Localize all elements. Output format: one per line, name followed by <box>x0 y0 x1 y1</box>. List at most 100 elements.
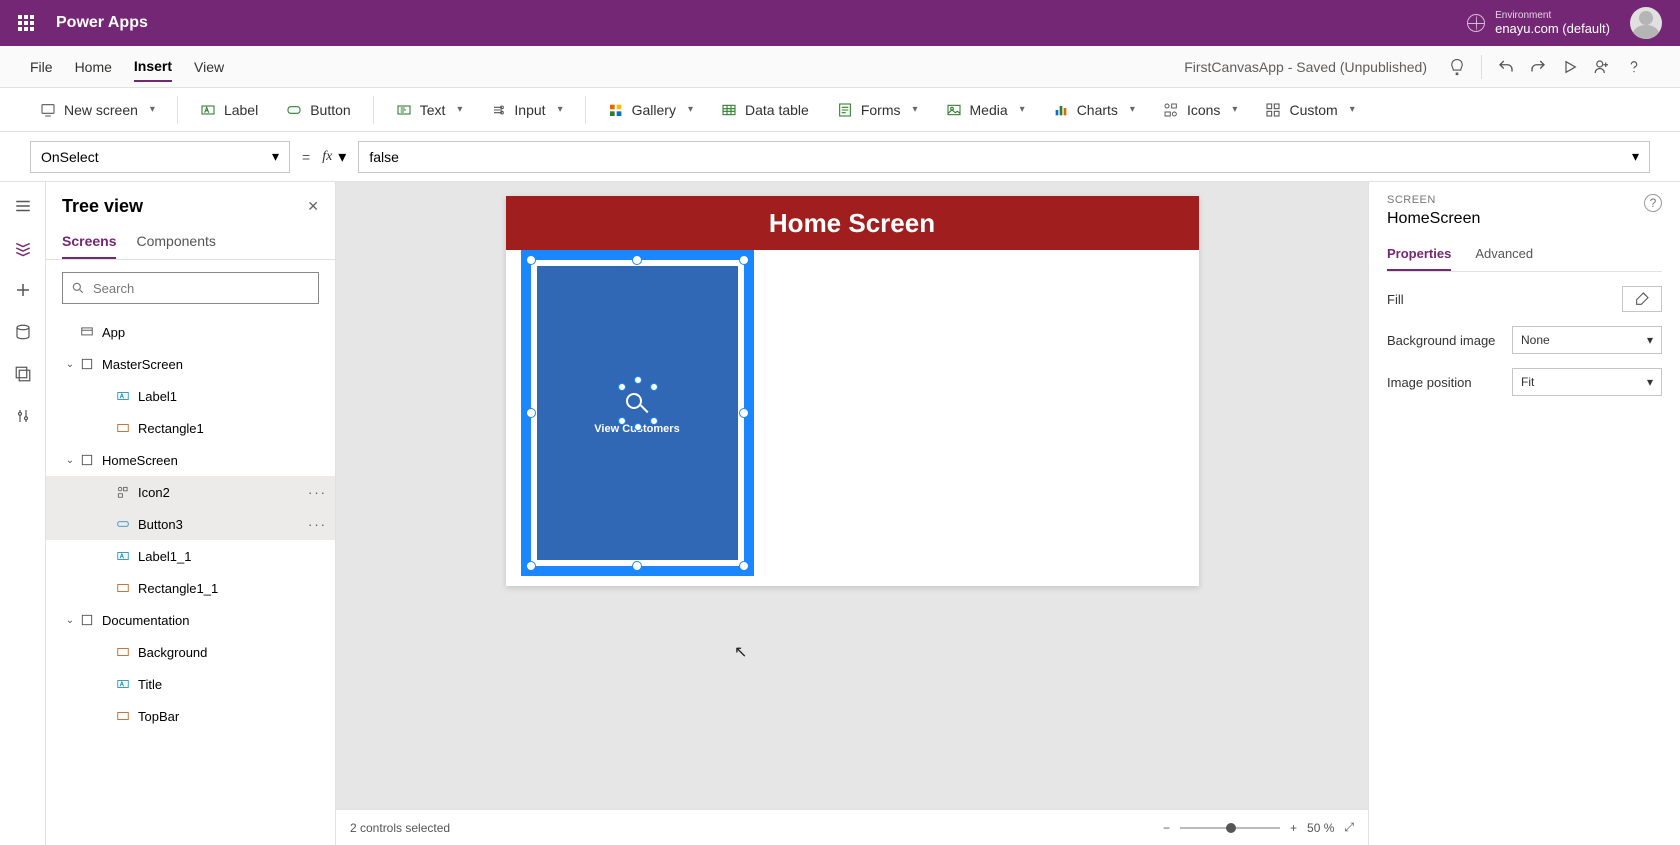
tree-item-homescreen[interactable]: ⌄ HomeScreen <box>46 444 335 476</box>
resize-handle[interactable] <box>632 561 642 571</box>
bg-image-select[interactable]: None▾ <box>1512 326 1662 354</box>
forms-button[interactable]: Forms▾ <box>827 98 928 122</box>
text-button[interactable]: Text▾ <box>386 98 473 122</box>
tab-advanced[interactable]: Advanced <box>1475 238 1533 271</box>
redo-icon[interactable] <box>1522 51 1554 83</box>
media-button[interactable]: Media▾ <box>936 98 1035 122</box>
play-icon[interactable] <box>1554 51 1586 83</box>
menu-view[interactable]: View <box>194 53 224 81</box>
tree-label: Button3 <box>138 517 183 532</box>
search-input[interactable]: Search <box>62 272 319 304</box>
tree-panel: Tree view ✕ Screens Components Search Ap… <box>46 182 336 845</box>
screen-canvas[interactable]: Home Screen View Customers <box>506 196 1199 586</box>
screen-icon <box>78 451 96 469</box>
tree-list: App ⌄ MasterScreen Label1 Rectangle1 ⌄ H… <box>46 316 335 845</box>
tree-item-app[interactable]: App <box>46 316 335 348</box>
resize-handle[interactable] <box>739 561 749 571</box>
tab-components[interactable]: Components <box>136 225 215 259</box>
globe-icon <box>1467 14 1485 32</box>
fx-label-box[interactable]: fx ▾ <box>322 147 346 167</box>
data-table-label: Data table <box>745 102 809 118</box>
custom-button[interactable]: Custom▾ <box>1255 98 1364 122</box>
charts-button[interactable]: Charts▾ <box>1043 98 1145 122</box>
tree-label: Label1 <box>138 389 177 404</box>
undo-icon[interactable] <box>1490 51 1522 83</box>
chevron-down-icon[interactable]: ⌄ <box>62 615 78 626</box>
selection-frame[interactable]: View Customers <box>521 250 754 576</box>
new-screen-button[interactable]: New screen▾ <box>30 98 165 122</box>
gallery-label: Gallery <box>632 102 676 118</box>
tree-item-background[interactable]: Background <box>46 636 335 668</box>
environment-selector[interactable]: Environment enayu.com (default) <box>1467 10 1610 36</box>
more-icon[interactable]: ··· <box>308 517 327 532</box>
plus-icon[interactable] <box>11 278 35 302</box>
fit-screen-icon[interactable]: ⤢ <box>1344 820 1354 835</box>
resize-handle[interactable] <box>526 255 536 265</box>
advanced-tools-icon[interactable] <box>11 404 35 428</box>
user-avatar[interactable] <box>1630 7 1662 39</box>
zoom-slider[interactable] <box>1180 827 1280 829</box>
tab-screens[interactable]: Screens <box>62 225 116 259</box>
title-bar: Power Apps Environment enayu.com (defaul… <box>0 0 1680 46</box>
menu-home[interactable]: Home <box>75 53 112 81</box>
tree-label: Rectangle1_1 <box>138 581 218 596</box>
tree-item-documentation[interactable]: ⌄ Documentation <box>46 604 335 636</box>
property-selector[interactable]: OnSelect ▾ <box>30 141 290 173</box>
equals-label: = <box>302 149 310 165</box>
resize-handle[interactable] <box>526 561 536 571</box>
fill-swatch[interactable] <box>1622 286 1662 312</box>
zoom-in-button[interactable]: + <box>1290 821 1297 835</box>
tree-item-masterscreen[interactable]: ⌄ MasterScreen <box>46 348 335 380</box>
search-placeholder: Search <box>93 281 310 296</box>
tab-properties[interactable]: Properties <box>1387 238 1451 271</box>
data-table-button[interactable]: Data table <box>711 98 819 122</box>
help-icon[interactable] <box>1618 51 1650 83</box>
canvas-area: Home Screen View Customers <box>336 182 1368 845</box>
tree-item-icon2[interactable]: Icon2 ··· <box>46 476 335 508</box>
button-control[interactable]: View Customers <box>537 266 738 560</box>
tree-item-topbar[interactable]: TopBar <box>46 700 335 732</box>
data-icon[interactable] <box>11 320 35 344</box>
input-button[interactable]: Input▾ <box>480 98 572 122</box>
chevron-down-icon[interactable]: ⌄ <box>62 455 78 466</box>
chevron-down-icon[interactable]: ⌄ <box>62 359 78 370</box>
tree-item-rectangle1-1[interactable]: Rectangle1_1 <box>46 572 335 604</box>
chevron-down-icon: ▾ <box>272 148 279 165</box>
tree-label: App <box>102 325 125 340</box>
environment-label: Environment <box>1495 10 1610 21</box>
charts-label: Charts <box>1077 102 1118 118</box>
hamburger-icon[interactable] <box>11 194 35 218</box>
tree-label: Documentation <box>102 613 189 628</box>
help-icon[interactable]: ? <box>1644 194 1662 212</box>
resize-handle[interactable] <box>739 408 749 418</box>
selection-status: 2 controls selected <box>350 821 450 835</box>
more-icon[interactable]: ··· <box>308 485 327 500</box>
tree-view-icon[interactable] <box>11 236 35 260</box>
tree-item-title[interactable]: Title <box>46 668 335 700</box>
app-checker-icon[interactable] <box>1441 51 1473 83</box>
environment-value: enayu.com (default) <box>1495 21 1610 36</box>
search-icon[interactable] <box>624 391 650 417</box>
zoom-out-button[interactable]: − <box>1163 821 1170 835</box>
tree-item-button3[interactable]: Button3 ··· <box>46 508 335 540</box>
gallery-button[interactable]: Gallery▾ <box>598 98 703 122</box>
tree-item-label1[interactable]: Label1 <box>46 380 335 412</box>
img-pos-select[interactable]: Fit▾ <box>1512 368 1662 396</box>
close-icon[interactable]: ✕ <box>307 198 319 215</box>
resize-handle[interactable] <box>526 408 536 418</box>
media-rail-icon[interactable] <box>11 362 35 386</box>
tree-item-label1-1[interactable]: Label1_1 <box>46 540 335 572</box>
share-icon[interactable] <box>1586 51 1618 83</box>
button-button[interactable]: Button <box>276 98 360 122</box>
resize-handle[interactable] <box>739 255 749 265</box>
menu-file[interactable]: File <box>30 53 53 81</box>
app-launcher-icon[interactable] <box>18 15 34 31</box>
formula-input[interactable]: false ▾ <box>358 141 1650 173</box>
resize-handle[interactable] <box>632 255 642 265</box>
app-icon <box>78 323 96 341</box>
img-pos-value: Fit <box>1521 375 1534 389</box>
tree-item-rectangle1[interactable]: Rectangle1 <box>46 412 335 444</box>
label-button[interactable]: Label <box>190 98 268 122</box>
menu-insert[interactable]: Insert <box>134 52 172 82</box>
icons-button[interactable]: Icons▾ <box>1153 98 1248 122</box>
